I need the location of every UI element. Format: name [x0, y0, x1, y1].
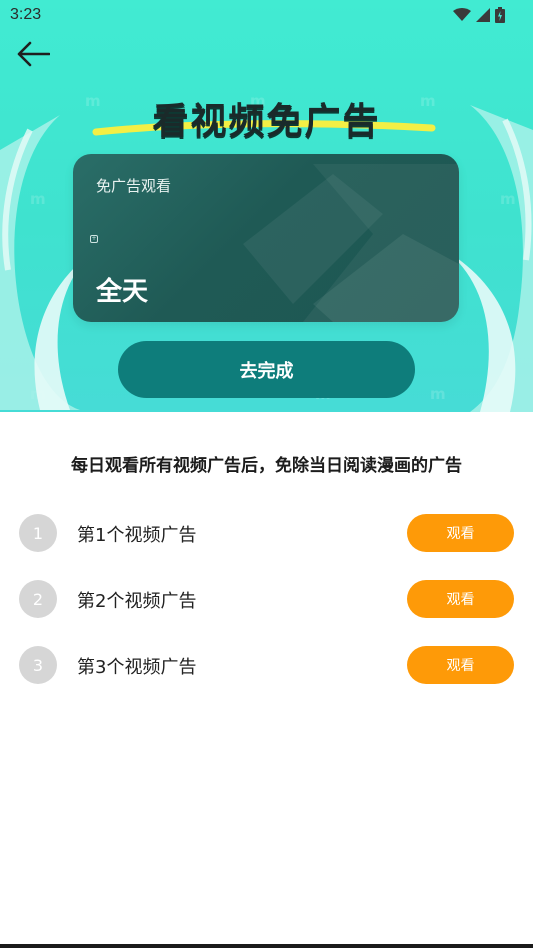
task-number-badge: 1 [19, 514, 57, 552]
ad-free-card: 免广告观看 + 全天 [73, 154, 459, 322]
status-bar: 3:23 [0, 0, 533, 30]
back-button[interactable] [16, 38, 56, 70]
task-number-badge: 3 [19, 646, 57, 684]
back-arrow-icon [17, 41, 50, 67]
complete-button[interactable]: 去完成 [118, 341, 415, 398]
task-label: 第2个视频广告 [77, 591, 197, 612]
task-number-badge: 2 [19, 580, 57, 618]
task-row: 2 第2个视频广告 观看 [0, 566, 533, 632]
task-row: 1 第1个视频广告 观看 [0, 500, 533, 566]
card-value: 全天 [96, 277, 149, 307]
cell-signal-icon [476, 8, 490, 22]
page-title: 看视频免广告 [152, 101, 381, 142]
task-label: 第1个视频广告 [77, 525, 197, 546]
watch-button[interactable]: 观看 [407, 646, 514, 684]
card-mini-icon: + [90, 235, 98, 243]
description-text: 每日观看所有视频广告后，免除当日阅读漫画的广告 [71, 456, 462, 476]
card-label: 免广告观看 [96, 177, 172, 195]
hero-banner: m m m m m m m m m m m m m 3:23 [0, 0, 533, 412]
watch-button[interactable]: 观看 [407, 514, 514, 552]
watch-button[interactable]: 观看 [407, 580, 514, 618]
battery-icon [495, 7, 505, 23]
task-row: 3 第3个视频广告 观看 [0, 632, 533, 698]
status-time: 3:23 [10, 6, 42, 23]
wifi-icon [453, 8, 471, 21]
bottom-edge [0, 944, 533, 948]
task-label: 第3个视频广告 [77, 657, 197, 678]
